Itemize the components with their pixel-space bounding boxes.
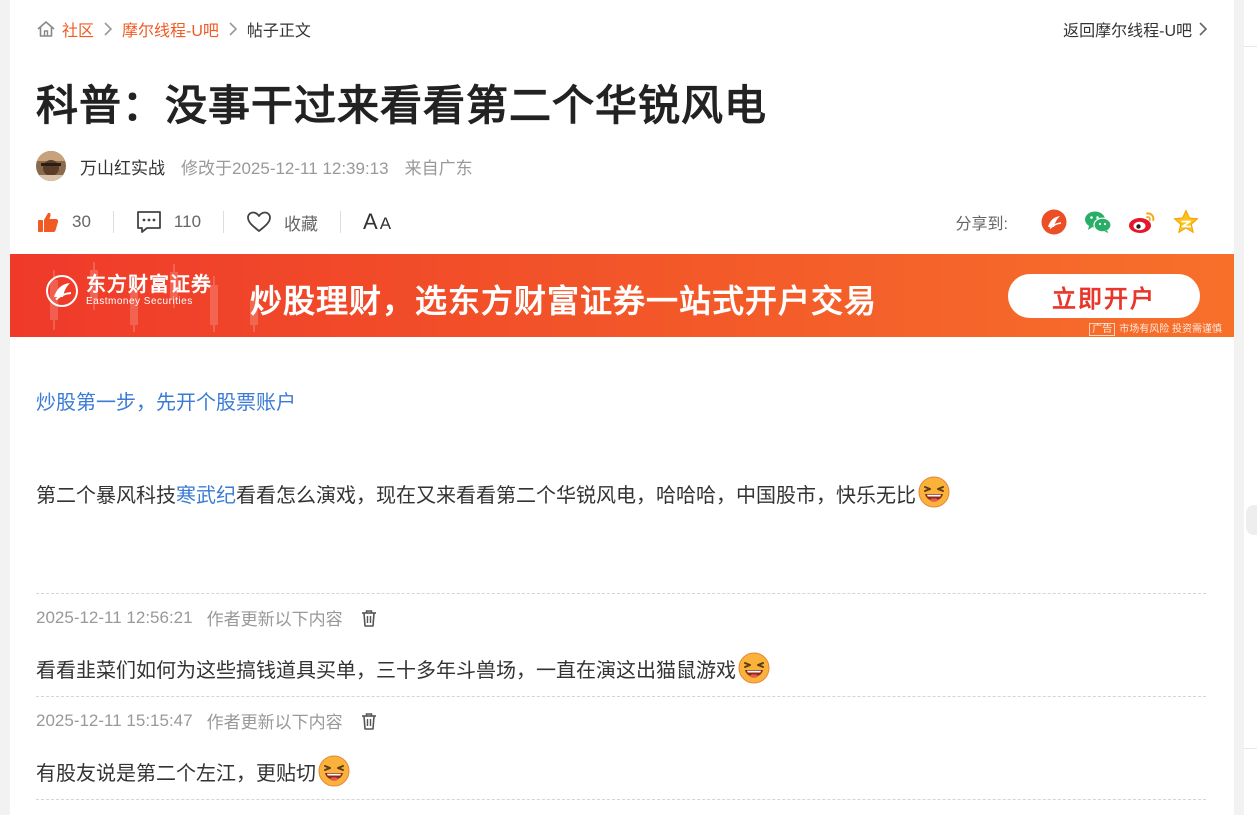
share-bar: 分享到: <box>956 207 1200 237</box>
post-card: 社区 摩尔线程-U吧 帖子正文 返回摩尔线程-U吧 科普：没事干过来看看第二个华… <box>10 0 1234 815</box>
ad-brand-en: Eastmoney Securities <box>86 296 193 307</box>
chevron-right-icon <box>104 22 113 36</box>
ad-disclaimer: 广告 市场有风险 投资需谨慎 <box>1089 320 1222 336</box>
breadcrumb-community[interactable]: 社区 <box>62 17 94 41</box>
share-label: 分享到: <box>955 216 1008 233</box>
home-icon[interactable] <box>36 19 56 39</box>
breadcrumb: 社区 摩尔线程-U吧 帖子正文 <box>36 18 311 40</box>
breadcrumb-forum[interactable]: 摩尔线程-U吧 <box>122 17 219 41</box>
divider <box>36 593 1206 594</box>
breadcrumb-current: 帖子正文 <box>246 23 311 40</box>
heart-icon <box>247 211 271 232</box>
font-size-large-glyph: A <box>363 209 378 234</box>
share-eastmoney-button[interactable] <box>1040 208 1068 236</box>
font-size-toggle[interactable]: A A <box>363 209 391 235</box>
divider <box>36 799 1206 800</box>
like-count: 30 <box>72 212 91 231</box>
avatar[interactable] <box>36 151 66 181</box>
post-location: 来自广东 <box>404 158 473 178</box>
update-content: 看看韭菜们如何为这些搞钱道具买单，三十多年斗兽场，一直在演这出猫鼠游戏 <box>36 652 770 684</box>
share-weibo-button[interactable] <box>1128 208 1156 236</box>
chevron-right-icon <box>229 22 238 36</box>
ad-banner[interactable]: 东方财富证券 Eastmoney Securities 炒股理财，选东方财富证券… <box>10 254 1234 337</box>
ad-slogan: 炒股理财，选东方财富证券一站式开户交易 <box>250 283 878 319</box>
trash-icon[interactable] <box>359 608 379 628</box>
thumbs-up-icon <box>38 212 59 232</box>
ad-note: 市场有风险 投资需谨慎 <box>1119 324 1222 335</box>
post-body-text-1: 第二个暴风科技 <box>36 485 176 507</box>
favorite-button[interactable]: 收藏 <box>246 210 318 235</box>
ad-brand-cn: 东方财富证券 <box>86 274 212 296</box>
open-account-button[interactable]: 立即开户 <box>1008 274 1200 318</box>
back-label: 返回摩尔线程-U吧 <box>1063 23 1192 40</box>
font-size-small-glyph: A <box>379 214 392 233</box>
comment-count: 110 <box>173 212 202 231</box>
back-to-forum-link[interactable]: 返回摩尔线程-U吧 <box>1063 18 1208 40</box>
comment-button[interactable]: 110 <box>136 210 201 234</box>
divider <box>36 696 1206 697</box>
comment-icon <box>137 211 161 233</box>
ad-tag: 广告 <box>1089 323 1116 336</box>
ad-brand: 东方财富证券 Eastmoney Securities <box>46 274 212 308</box>
author-row: 万山红实战 修改于2025-12-11 12:39:13 来自广东 <box>36 150 473 182</box>
author-name[interactable]: 万山红实战 <box>80 154 165 179</box>
open-account-link[interactable]: 炒股第一步，先开个股票账户 <box>36 386 296 415</box>
chevron-right-icon <box>1199 22 1208 36</box>
modified-time: 修改于2025-12-11 12:39:13 <box>181 158 389 178</box>
update-time: 2025-12-11 15:15:47 <box>36 710 193 730</box>
wechat-icon <box>1085 211 1112 233</box>
eastmoney-logo-icon <box>46 275 78 307</box>
post-body-text-2: 看看怎么演戏，现在又来看看第二个华锐风电，哈哈哈，中国股市，快乐无比 <box>236 485 916 507</box>
laughing-emoji-icon <box>738 652 770 684</box>
update-header: 2025-12-11 15:15:47 作者更新以下内容 <box>36 708 379 733</box>
trash-icon[interactable] <box>359 711 379 731</box>
weibo-icon <box>1129 212 1155 233</box>
share-qzone-button[interactable] <box>1172 208 1200 236</box>
action-bar: 30 110 收藏 A A <box>36 207 391 237</box>
divider <box>223 211 225 233</box>
like-button[interactable]: 30 <box>36 210 91 234</box>
update-text: 看看韭菜们如何为这些搞钱道具买单，三十多年斗兽场，一直在演这出猫鼠游戏 <box>36 659 736 682</box>
share-wechat-button[interactable] <box>1084 208 1112 236</box>
update-content: 有股友说是第二个左江，更贴切 <box>36 755 350 787</box>
update-by: 作者更新以下内容 <box>206 713 343 732</box>
qzone-star-icon <box>1173 209 1199 234</box>
update-header: 2025-12-11 12:56:21 作者更新以下内容 <box>36 605 379 630</box>
post-title: 科普：没事干过来看看第二个华锐风电 <box>36 82 768 129</box>
right-sidebar-edge <box>1244 0 1257 815</box>
laughing-emoji-icon <box>918 476 950 508</box>
laughing-emoji-icon <box>318 755 350 787</box>
stock-keyword-link[interactable]: 寒武纪 <box>176 479 236 508</box>
update-text: 有股友说是第二个左江，更贴切 <box>36 762 316 785</box>
divider <box>112 211 114 233</box>
update-by: 作者更新以下内容 <box>206 610 343 629</box>
divider <box>340 211 342 233</box>
update-time: 2025-12-11 12:56:21 <box>36 607 193 627</box>
post-body: 第二个暴风科技 寒武纪 看看怎么演戏，现在又来看看第二个华锐风电，哈哈哈，中国股市，… <box>36 476 950 508</box>
eastmoney-icon <box>1041 209 1067 235</box>
favorite-label: 收藏 <box>284 214 319 234</box>
